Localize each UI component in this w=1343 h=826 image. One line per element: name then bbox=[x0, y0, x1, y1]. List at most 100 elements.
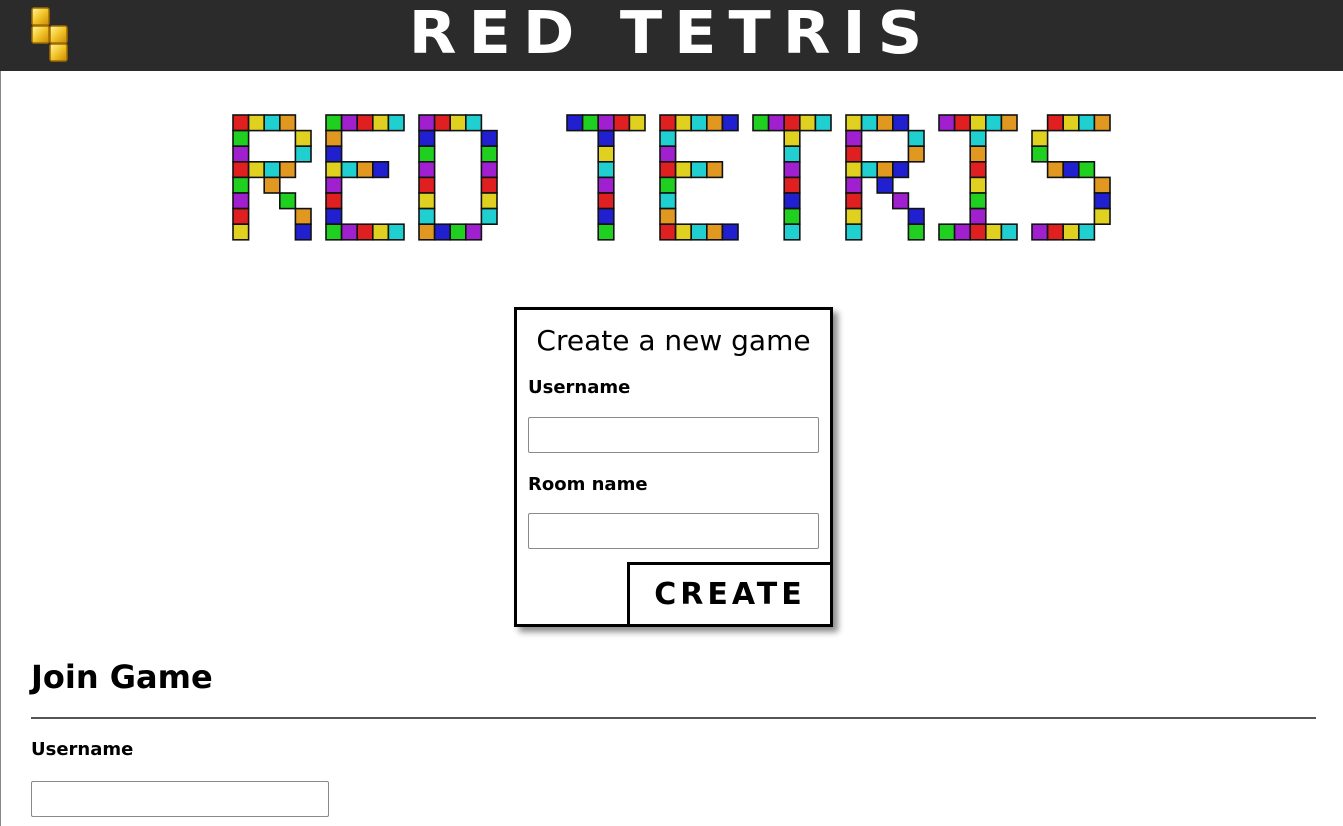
tetris-block bbox=[371, 114, 390, 132]
tetris-block bbox=[1046, 114, 1064, 132]
join-game-heading: Join Game bbox=[31, 658, 213, 696]
tetris-block bbox=[798, 114, 817, 132]
tetris-block bbox=[232, 160, 250, 179]
tetris-block bbox=[418, 207, 436, 225]
tetris-block bbox=[783, 114, 801, 132]
tetris-block bbox=[907, 145, 925, 163]
tetris-block bbox=[247, 114, 266, 132]
tetris-block bbox=[464, 223, 483, 241]
tetris-block bbox=[783, 129, 801, 148]
tetris-block bbox=[860, 160, 878, 179]
tetris-block bbox=[1031, 145, 1049, 163]
tetris-block bbox=[480, 160, 498, 179]
tetris-block bbox=[449, 223, 467, 241]
tetris-block bbox=[480, 192, 498, 210]
tetris-block bbox=[1078, 160, 1096, 179]
tetris-block bbox=[783, 176, 801, 194]
tetris-block bbox=[659, 192, 677, 210]
tetris-block bbox=[232, 114, 250, 132]
tetris-block bbox=[263, 114, 281, 132]
tetris-block bbox=[232, 207, 250, 225]
tetris-block bbox=[1046, 160, 1064, 179]
tetris-block bbox=[1078, 114, 1096, 132]
tetris-block bbox=[969, 160, 987, 179]
tetris-block bbox=[612, 114, 631, 132]
tetris-block bbox=[876, 160, 894, 179]
tetris-block bbox=[891, 114, 910, 132]
tetris-block bbox=[984, 114, 1003, 132]
create-game-card: Create a new game Username Room name CRE… bbox=[514, 307, 833, 627]
tetris-block bbox=[418, 223, 436, 241]
create-button[interactable]: CREATE bbox=[627, 562, 833, 627]
room-name-input[interactable] bbox=[528, 513, 819, 549]
tetris-block bbox=[294, 129, 312, 148]
tetris-block bbox=[845, 145, 863, 163]
join-username-label: Username bbox=[31, 739, 134, 760]
tetris-block bbox=[783, 207, 801, 225]
tetris-block bbox=[659, 176, 677, 194]
tetris-block bbox=[433, 114, 452, 132]
tetris-block bbox=[1062, 223, 1080, 241]
tetris-block bbox=[597, 145, 615, 163]
tetris-block bbox=[356, 223, 374, 241]
tetris-block bbox=[597, 114, 615, 132]
tetris-block bbox=[480, 145, 498, 163]
tetris-block bbox=[1093, 114, 1111, 132]
tetris-block bbox=[845, 192, 863, 210]
tetris-block bbox=[845, 114, 863, 132]
tetris-block bbox=[232, 145, 250, 163]
tetris-block bbox=[705, 223, 724, 241]
red-tetris-banner bbox=[0, 100, 1343, 254]
tetris-block bbox=[356, 114, 374, 132]
tetris-block bbox=[969, 176, 987, 194]
app-title: RED TETRIS bbox=[408, 0, 935, 68]
tetris-block bbox=[263, 160, 281, 179]
tetris-block bbox=[232, 192, 250, 210]
tetris-block bbox=[1078, 223, 1096, 241]
tetris-block bbox=[659, 114, 677, 132]
tetris-block bbox=[953, 114, 971, 132]
tetris-block bbox=[659, 207, 677, 225]
tetris-block bbox=[371, 160, 390, 179]
tetris-block bbox=[969, 207, 987, 225]
tetris-block bbox=[969, 192, 987, 210]
section-divider bbox=[31, 717, 1316, 719]
tetris-block bbox=[449, 114, 467, 132]
tetris-block bbox=[340, 223, 359, 241]
tetris-block bbox=[891, 160, 910, 179]
tetris-block bbox=[278, 114, 297, 132]
room-name-label: Room name bbox=[528, 474, 648, 495]
tetris-block bbox=[1093, 176, 1111, 194]
tetris-block bbox=[1031, 223, 1049, 241]
tetris-block bbox=[876, 114, 894, 132]
tetris-block bbox=[340, 114, 359, 132]
join-username-input[interactable] bbox=[31, 781, 329, 817]
tetris-block bbox=[628, 114, 646, 132]
tetris-block bbox=[783, 160, 801, 179]
tetris-block bbox=[232, 223, 250, 241]
tetris-block bbox=[938, 223, 956, 241]
tetris-block bbox=[1031, 129, 1049, 148]
tetris-block bbox=[845, 207, 863, 225]
tetris-block bbox=[1062, 160, 1080, 179]
tetris-block bbox=[566, 114, 584, 132]
tetris-block bbox=[340, 160, 359, 179]
create-username-input[interactable] bbox=[528, 417, 819, 453]
tetris-block bbox=[387, 223, 405, 241]
tetris-block bbox=[969, 129, 987, 148]
tetris-block bbox=[325, 129, 343, 148]
tetris-block bbox=[294, 145, 312, 163]
tetris-block bbox=[325, 114, 343, 132]
tetris-block bbox=[464, 114, 483, 132]
tetris-block bbox=[845, 176, 863, 194]
tetris-block bbox=[705, 114, 724, 132]
tetris-block bbox=[325, 207, 343, 225]
tetris-block bbox=[674, 160, 692, 179]
tetris-block bbox=[1093, 207, 1111, 225]
tetris-block bbox=[278, 192, 297, 210]
tetris-block bbox=[659, 145, 677, 163]
tetris-block bbox=[783, 192, 801, 210]
tetris-block bbox=[418, 160, 436, 179]
tetris-block bbox=[969, 114, 987, 132]
tetris-block bbox=[814, 114, 832, 132]
